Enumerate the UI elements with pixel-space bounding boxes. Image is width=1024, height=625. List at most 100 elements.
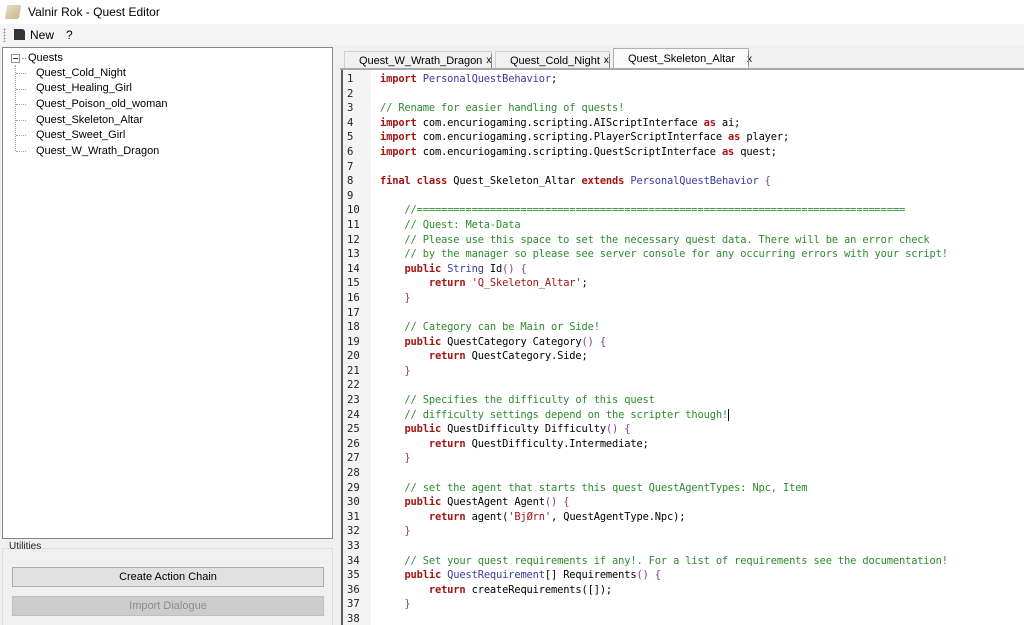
utilities-label: Utilities (9, 541, 42, 552)
line-number: 26 (347, 437, 360, 450)
tree-root-label: Quests (28, 52, 63, 64)
code-line: 34 // Set your quest requirements if any… (343, 554, 1024, 569)
code-token: com.encuriogaming.scripting.AIScriptInte… (416, 116, 704, 129)
code-token: [] Requirements (544, 569, 637, 582)
code-line: 6 import com.encuriogaming.scripting.Ques… (343, 145, 1024, 160)
code-text: public QuestDifficulty Difficulty() { (371, 422, 630, 437)
tree-root-quests[interactable]: Quests (11, 52, 63, 64)
code-token: PersonalQuestBehavior (624, 175, 759, 188)
line-number: 29 (347, 481, 360, 494)
code-token: return (428, 583, 466, 596)
import-dialogue-button[interactable]: Import Dialogue (12, 596, 324, 616)
code-line: 28 (343, 466, 1024, 481)
code-text: return QuestCategory.Side; (371, 349, 588, 364)
line-number: 20 (347, 350, 360, 363)
code-line: 38 (343, 612, 1024, 625)
line-number: 34 (347, 554, 360, 567)
tab-quest-cold-night[interactable]: Quest_Cold_Night x (495, 51, 610, 69)
text-caret (728, 408, 730, 421)
code-line: 4 import com.encuriogaming.scripting.AISc… (343, 116, 1024, 131)
title-bar: Valnir Rok - Quest Editor (0, 0, 1024, 24)
code-line: 13 // by the manager so please see serve… (343, 247, 1024, 262)
code-token: // Please use this space to set the nece… (380, 233, 930, 246)
code-token: import (380, 145, 417, 158)
code-token: 'Q_Skeleton_Altar' (465, 277, 582, 290)
code-token: { (758, 175, 771, 188)
code-token: PersonalQuestBehavior (416, 73, 551, 85)
code-line: 30 public QuestAgent Agent() { (343, 495, 1024, 510)
code-token: // Specifies the difficulty of this ques… (380, 394, 655, 407)
code-text: // Specifies the difficulty of this ques… (371, 393, 655, 408)
code-text: import com.encuriogaming.scripting.Quest… (371, 145, 777, 160)
tree-item[interactable]: Quest_Poison_old_woman (16, 96, 167, 112)
code-text: // by the manager so please see server c… (371, 247, 948, 262)
create-action-chain-button[interactable]: Create Action Chain (12, 567, 324, 587)
code-token: return (428, 510, 466, 523)
new-button[interactable]: New (14, 28, 54, 42)
code-text: } (371, 291, 410, 306)
code-line: 16 } (343, 291, 1024, 306)
code-token: public (404, 423, 442, 436)
collapse-icon[interactable] (11, 53, 20, 63)
line-number: 28 (347, 467, 360, 480)
code-token: public (404, 569, 442, 582)
tab-quest-skeleton-altar[interactable]: Quest_Skeleton_Altar x (613, 48, 752, 69)
tree-item[interactable]: Quest_Skeleton_Altar (16, 112, 167, 128)
code-editor[interactable]: 1 import PersonalQuestBehavior; 2 3// Renam… (341, 70, 1024, 625)
code-line: 8 final class Quest_Skeleton_Altar extend… (343, 174, 1024, 189)
line-number: 12 (347, 233, 360, 246)
code-text: import com.encuriogaming.scripting.AIScr… (371, 116, 740, 131)
code-token: import (380, 131, 417, 144)
code-text: } (371, 364, 411, 379)
code-line: 10 //===================================… (343, 203, 1024, 218)
tab-label: Quest_Skeleton_Altar (628, 53, 736, 65)
line-number: 33 (347, 540, 360, 552)
code-token: QuestCategory Category (441, 335, 582, 348)
tree-item-label: Quest_Healing_Girl (36, 82, 132, 95)
tree-item[interactable]: Quest_Healing_Girl (16, 81, 167, 97)
line-number: 36 (347, 583, 360, 596)
code-token: createRequirements([]); (465, 583, 613, 596)
line-number: 25 (347, 423, 360, 436)
tree-item[interactable]: Quest_Cold_Night (16, 65, 167, 81)
code-token: // Rename for easier handling of quests! (380, 102, 625, 115)
quest-tree[interactable]: Quests Quest_Cold_Night Quest_Healing_Gir… (2, 47, 333, 539)
toolbar-grip-icon[interactable] (3, 27, 6, 42)
line-number: 15 (347, 277, 360, 290)
line-number: 1 (347, 73, 354, 85)
tab-quest-w-wrath-dragon[interactable]: Quest_W_Wrath_Dragon x (344, 51, 492, 69)
line-number: 18 (347, 321, 360, 334)
scroll-app-icon (4, 5, 22, 19)
code-text: public QuestAgent Agent() { (371, 495, 569, 510)
line-number: 8 (347, 175, 354, 188)
code-text: // Please use this space to set the nece… (371, 233, 930, 248)
code-token: } (380, 452, 411, 465)
line-number: 38 (347, 612, 360, 625)
code-line: 24 // difficulty settings depend on the … (343, 408, 1024, 423)
code-token: // Category can be Main or Side! (380, 321, 600, 334)
line-number: 31 (347, 510, 360, 523)
code-token: import (380, 73, 417, 85)
line-number: 30 (347, 496, 360, 509)
tree-item[interactable]: Quest_Sweet_Girl (16, 127, 167, 143)
code-token: Id (483, 262, 503, 275)
code-token: } (380, 364, 411, 377)
line-number: 6 (347, 145, 354, 158)
code-text: import com.encuriogaming.scripting.Playe… (371, 130, 789, 145)
tree-item[interactable]: Quest_W_Wrath_Dragon (16, 143, 167, 159)
code-token: // Set your quest requirements if any!. … (380, 554, 948, 567)
code-text: public String Id() { (371, 262, 526, 277)
code-line: 37 } (343, 597, 1024, 612)
help-button[interactable]: ? (66, 28, 73, 42)
code-token: () { (636, 569, 661, 582)
code-line: 35 public QuestRequirement[] Requirement… (343, 568, 1024, 583)
code-text: import PersonalQuestBehavior; (371, 72, 557, 87)
